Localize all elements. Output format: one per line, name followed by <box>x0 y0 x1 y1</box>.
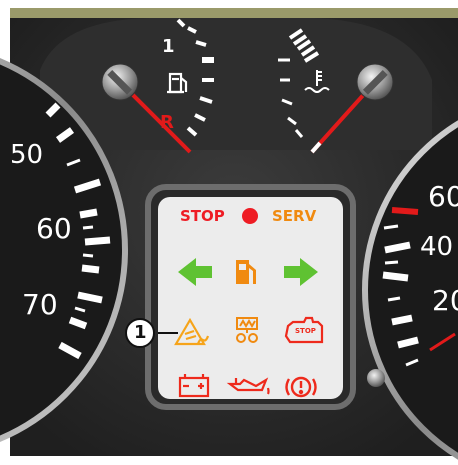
stop-warning-label: STOP <box>180 207 225 225</box>
fuel-gauge-tick-label: 1 <box>162 36 175 57</box>
callout-number: 1 <box>134 322 147 343</box>
service-warning-label: SERV <box>272 207 317 225</box>
tachometer-label-20: 20 <box>432 284 458 317</box>
speedometer-label-50: 50 <box>10 140 44 170</box>
tachometer-label-60: 60 <box>428 180 458 213</box>
speedometer-label-60: 60 <box>36 212 72 245</box>
engine-stop-text: STOP <box>295 327 316 335</box>
stop-indicator-light <box>242 208 258 224</box>
instrument-cluster: 1 R 50 60 70 60 40 20 STOP SERV STOP 1 <box>0 0 458 465</box>
speedometer-label-70: 70 <box>22 288 58 321</box>
top-bezel-strip <box>10 8 458 18</box>
trip-reset-button[interactable] <box>367 369 385 387</box>
fuel-reserve-label: R <box>160 112 174 133</box>
tachometer-label-40: 40 <box>420 232 454 262</box>
